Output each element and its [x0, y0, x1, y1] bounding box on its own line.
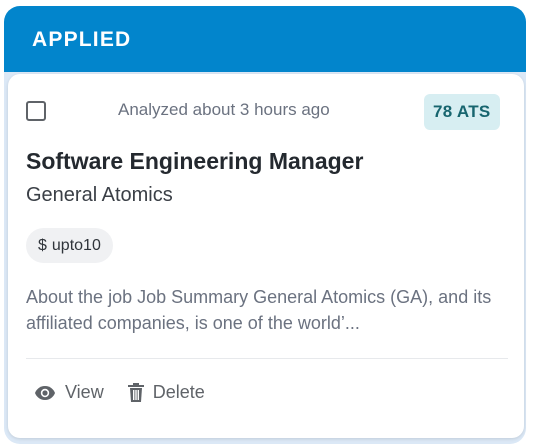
view-label: View — [65, 382, 104, 402]
salary-chip: $ upto10 — [26, 228, 113, 263]
eye-icon — [34, 385, 56, 401]
job-description: About the job Job Summary General Atomic… — [26, 287, 492, 333]
analyzed-timestamp: Analyzed about 3 hours ago — [118, 100, 330, 119]
column-title: APPLIED — [32, 28, 132, 51]
company-name: General Atomics — [26, 184, 173, 206]
delete-button[interactable]: Delete — [127, 382, 205, 403]
card-actions: View Delete — [34, 382, 205, 403]
salary-label: upto10 — [51, 236, 101, 254]
job-card[interactable]: Analyzed about 3 hours ago 78 ATS Softwa… — [8, 74, 524, 438]
trash-icon — [127, 383, 144, 402]
view-button[interactable]: View — [34, 382, 104, 403]
ats-score-badge: 78 ATS — [424, 94, 500, 130]
select-checkbox[interactable] — [26, 101, 46, 121]
column-header: APPLIED — [4, 6, 526, 74]
delete-label: Delete — [152, 382, 205, 402]
job-title[interactable]: Software Engineering Manager — [26, 148, 363, 175]
divider — [26, 358, 508, 359]
dollar-icon: $ — [38, 236, 47, 254]
